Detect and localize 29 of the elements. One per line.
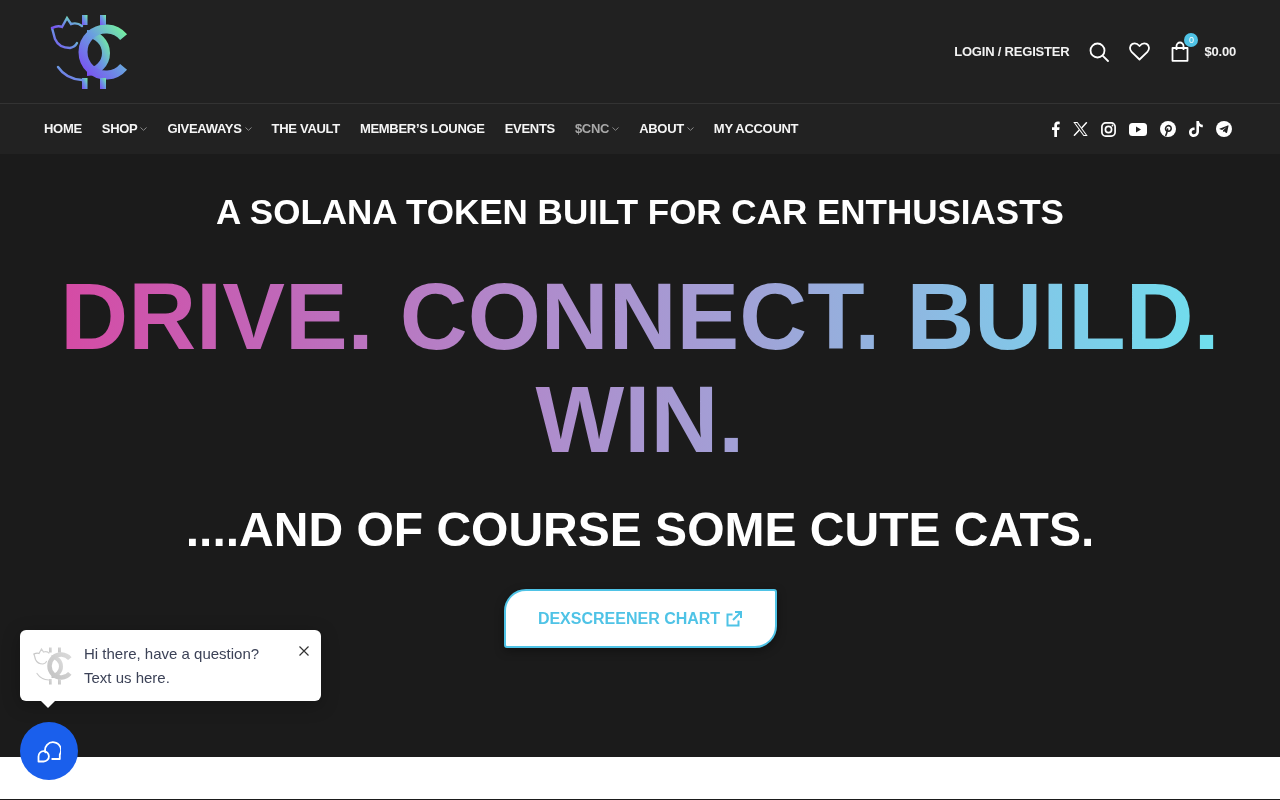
- nav-link[interactable]: ABOUT: [639, 119, 694, 139]
- youtube-icon[interactable]: [1129, 122, 1147, 136]
- cart-count-badge: 0: [1184, 33, 1199, 47]
- nav-link[interactable]: SHOP: [101, 119, 148, 139]
- nav-link[interactable]: HOME: [44, 119, 82, 139]
- heart-icon[interactable]: [1129, 42, 1151, 61]
- chat-greeting: Hi there, have a question? Text us here.: [84, 643, 261, 688]
- nav-link[interactable]: MEMBER’S LOUNGE: [359, 119, 485, 139]
- subheading: ....AND OF COURSE SOME CUTE CATS.: [185, 502, 1095, 558]
- close-icon[interactable]: [299, 646, 309, 656]
- x-icon[interactable]: [1073, 122, 1088, 136]
- chat-bubbles-icon: [37, 739, 61, 763]
- cart-total: $0.00: [1204, 42, 1236, 61]
- tiktok-icon[interactable]: [1189, 121, 1203, 137]
- external-link-icon: [726, 610, 743, 627]
- logo-icon: [33, 645, 73, 686]
- tagline-heading: A SOLANA TOKEN BUILT FOR CAR ENTHUSIASTS: [216, 191, 1064, 233]
- instagram-icon[interactable]: [1101, 121, 1116, 137]
- shopping-bag-icon[interactable]: [1171, 41, 1190, 62]
- nav-link[interactable]: $CNC: [574, 119, 620, 139]
- login-register-link[interactable]: LOGIN / REGISTER: [954, 41, 1070, 62]
- nav-link[interactable]: THE VAULT: [271, 119, 340, 139]
- pinterest-icon[interactable]: [1160, 121, 1176, 137]
- nav-link[interactable]: GIVEAWAYS: [167, 119, 252, 139]
- nav-link[interactable]: EVENTS: [504, 119, 555, 139]
- facebook-icon[interactable]: [1051, 121, 1060, 137]
- telegram-icon[interactable]: [1216, 121, 1232, 137]
- nav-link[interactable]: MY ACCOUNT: [713, 119, 799, 139]
- search-icon[interactable]: [1089, 41, 1110, 62]
